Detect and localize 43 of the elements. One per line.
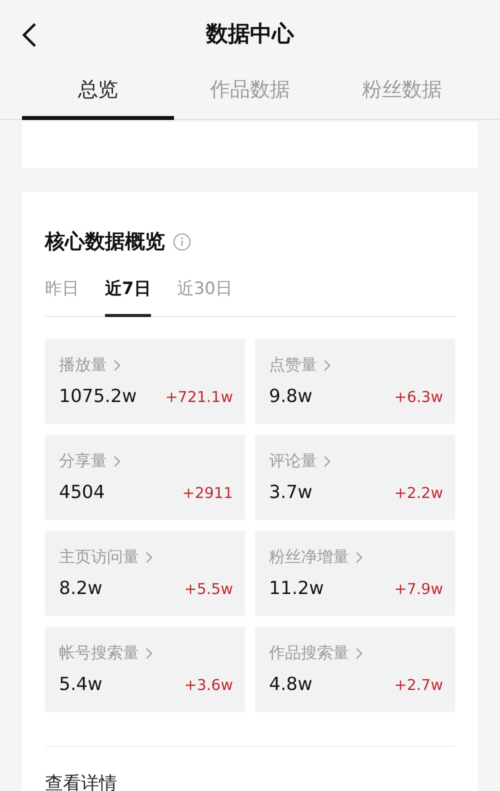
metric-value: 4504 — [59, 482, 105, 503]
metric-change: +2911 — [182, 484, 233, 502]
metric-tile[interactable]: 点赞量 9.8w +6.3w — [255, 339, 455, 424]
metric-change: +721.1w — [165, 388, 233, 406]
metric-value: 5.4w — [59, 674, 102, 695]
metric-value: 3.7w — [269, 482, 312, 503]
metric-value: 9.8w — [269, 386, 312, 407]
metric-change: +3.6w — [184, 676, 233, 694]
metric-label: 播放量 — [59, 355, 107, 376]
metric-change: +5.5w — [184, 580, 233, 598]
metric-value: 11.2w — [269, 578, 324, 599]
section-title: 核心数据概览 — [45, 228, 165, 255]
metric-tile[interactable]: 帐号搜索量 5.4w +3.6w — [45, 627, 245, 712]
metric-change: +7.9w — [394, 580, 443, 598]
chevron-right-icon — [355, 647, 363, 660]
metric-tile[interactable]: 分享量 4504 +2911 — [45, 435, 245, 520]
metric-tile[interactable]: 播放量 1075.2w +721.1w — [45, 339, 245, 424]
metric-label: 作品搜索量 — [269, 643, 349, 664]
chevron-right-icon — [355, 551, 363, 564]
metric-label: 主页访问量 — [59, 547, 139, 568]
metric-label: 帐号搜索量 — [59, 643, 139, 664]
metric-label: 粉丝净增量 — [269, 547, 349, 568]
metric-tile[interactable]: 粉丝净增量 11.2w +7.9w — [255, 531, 455, 616]
chevron-right-icon — [113, 455, 121, 468]
metric-change: +2.2w — [394, 484, 443, 502]
metric-value: 8.2w — [59, 578, 102, 599]
page-title: 数据中心 — [206, 20, 294, 49]
metric-change: +2.7w — [394, 676, 443, 694]
chevron-right-icon — [145, 551, 153, 564]
metric-tile[interactable]: 主页访问量 8.2w +5.5w — [45, 531, 245, 616]
metric-value: 1075.2w — [59, 386, 137, 407]
chevron-right-icon — [113, 359, 121, 372]
period-tab[interactable]: 近7日 — [105, 277, 151, 317]
chevron-right-icon — [145, 647, 153, 660]
metric-value: 4.8w — [269, 674, 312, 695]
metric-label: 点赞量 — [269, 355, 317, 376]
chevron-right-icon — [323, 455, 331, 468]
metric-tile[interactable]: 评论量 3.7w +2.2w — [255, 435, 455, 520]
metric-tile[interactable]: 作品搜索量 4.8w +2.7w — [255, 627, 455, 712]
chevron-right-icon — [323, 359, 331, 372]
metric-label: 分享量 — [59, 451, 107, 472]
metric-label: 评论量 — [269, 451, 317, 472]
metric-change: +6.3w — [394, 388, 443, 406]
